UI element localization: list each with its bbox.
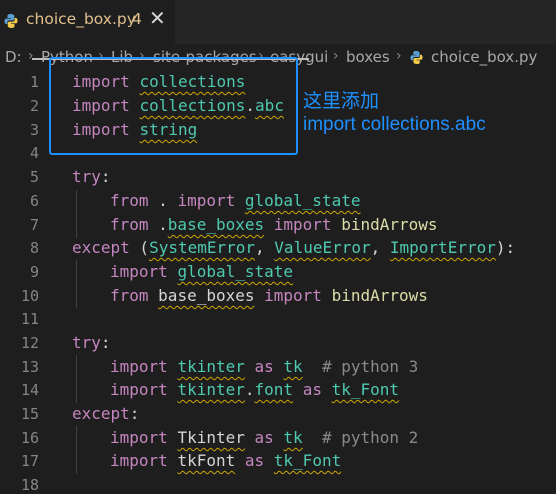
line-number: 10	[20, 287, 39, 305]
code-line-8: except (SystemError, ValueError, ImportE…	[72, 238, 516, 257]
code-line-14: import tkinter.font as tk_Font	[110, 380, 400, 399]
annotation-note-cn: 这里添加	[303, 91, 380, 112]
line-number: 14	[20, 381, 39, 399]
indent-guide	[76, 260, 77, 308]
line-number: 4	[29, 144, 39, 162]
code-line-10: from base_boxes import bindArrows	[110, 286, 428, 305]
breadcrumb-item-boxes[interactable]: boxes	[346, 48, 390, 66]
annotation-note-code: import collections.abc	[303, 114, 486, 135]
breadcrumb-separator: ›	[396, 48, 402, 64]
line-number: 11	[20, 310, 39, 328]
annotation-highlight-box	[49, 57, 298, 155]
line-number: 9	[29, 263, 39, 281]
code-line-16: import Tkinter as tk # python 2	[110, 428, 419, 447]
line-number: 7	[29, 216, 39, 234]
line-number: 6	[29, 192, 39, 210]
breadcrumb-item-file[interactable]: choice_box.py	[431, 48, 537, 66]
line-number: 18	[20, 476, 39, 494]
python-file-icon	[410, 51, 423, 64]
line-number: 17	[20, 452, 39, 470]
breadcrumb-separator: ›	[28, 48, 34, 64]
breadcrumb-separator: ›	[333, 48, 339, 64]
line-number: 12	[20, 334, 39, 352]
code-line-5: try:	[72, 167, 111, 186]
problem-count-badge: 4	[132, 10, 142, 28]
indent-guide	[76, 355, 77, 403]
tab-filename: choice_box.py	[26, 10, 136, 28]
tab-bar: choice_box.py 4 ✕	[0, 0, 556, 44]
code-line-13: import tkinter as tk # python 3	[110, 357, 419, 376]
line-number: 5	[29, 168, 39, 186]
python-file-icon	[4, 14, 18, 28]
code-line-12: try:	[72, 333, 111, 352]
code-line-15: except:	[72, 404, 140, 423]
indent-guide	[76, 426, 77, 474]
line-number: 3	[29, 121, 39, 139]
editor-tab[interactable]: choice_box.py 4 ✕	[0, 0, 175, 44]
code-line-7: from .base_boxes import bindArrows	[110, 215, 438, 234]
line-number: 2	[29, 97, 39, 115]
code-line-17: import tkFont as tk_Font	[110, 451, 342, 470]
close-tab-icon[interactable]: ✕	[149, 6, 166, 30]
code-line-6: from . import global_state	[110, 191, 361, 210]
line-number: 1	[29, 73, 39, 91]
breadcrumb-item-drive[interactable]: D:	[5, 48, 22, 66]
line-number: 8	[29, 239, 39, 257]
indent-guide	[76, 190, 77, 238]
line-number: 13	[20, 358, 39, 376]
code-line-9: import global_state	[110, 262, 294, 281]
line-number: 15	[20, 405, 39, 423]
line-number: 16	[20, 429, 39, 447]
